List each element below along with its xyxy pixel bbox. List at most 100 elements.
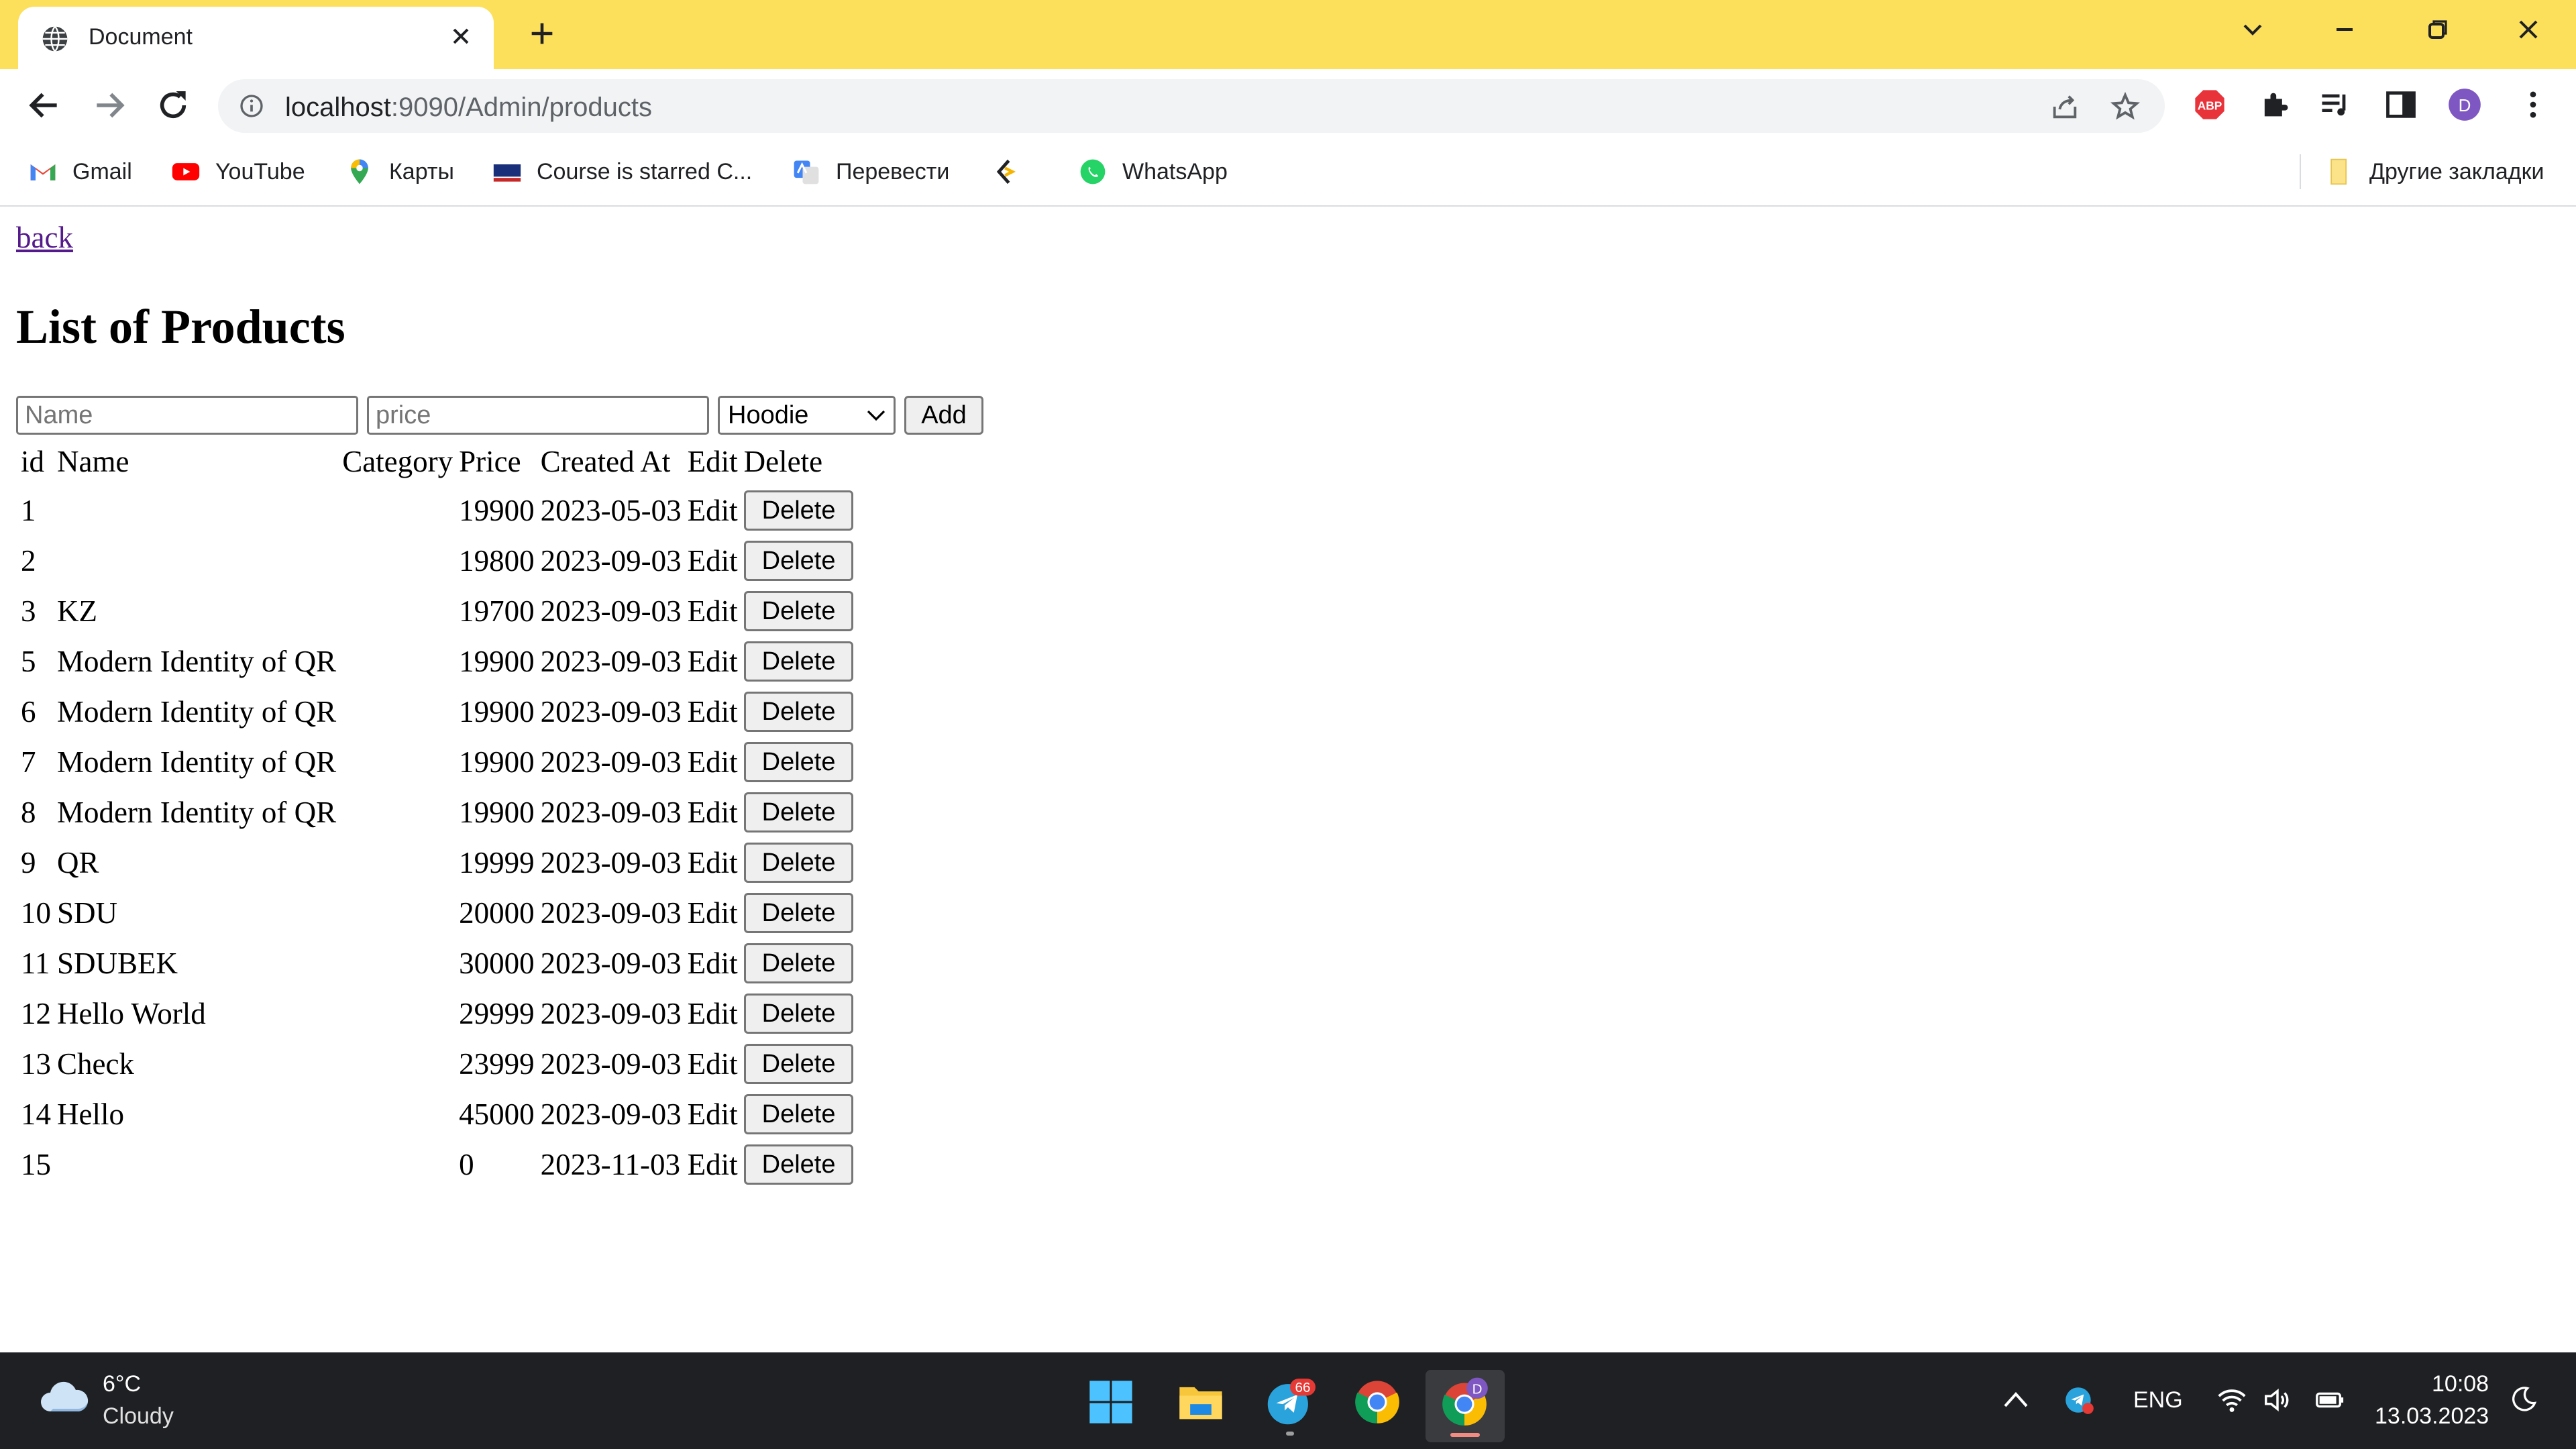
page-content: back List of Products Name price Hoodie … xyxy=(0,207,2576,1350)
adblock-plus-icon[interactable]: ABP xyxy=(2192,87,2227,122)
delete-button[interactable]: Delete xyxy=(743,641,854,682)
tab-search-icon[interactable] xyxy=(2233,13,2273,46)
products-table-body: 1 19900 2023-05-03 Edit Delete 2 19800 2023-09-… xyxy=(19,485,855,1189)
back-arrow-icon[interactable] xyxy=(25,87,63,124)
edit-link[interactable]: Edit xyxy=(686,737,739,787)
category-select[interactable]: Hoodie xyxy=(718,396,896,435)
show-hidden-icons-chevron-icon[interactable] xyxy=(2002,1389,2029,1410)
share-icon[interactable] xyxy=(2049,91,2080,122)
telegram-icon[interactable]: 66 xyxy=(1265,1377,1316,1428)
more-menu-icon[interactable] xyxy=(2516,87,2551,122)
forward-arrow-icon[interactable] xyxy=(91,87,128,124)
delete-cell: Delete xyxy=(743,1089,855,1139)
delete-button[interactable]: Delete xyxy=(743,741,854,782)
bookmark-course[interactable]: Course is starred C... xyxy=(492,154,752,189)
delete-button[interactable]: Delete xyxy=(743,943,854,983)
weather-condition[interactable]: Cloudy xyxy=(103,1403,174,1430)
delete-button[interactable]: Delete xyxy=(743,540,854,581)
wifi-icon[interactable] xyxy=(2216,1385,2247,1415)
url-text[interactable]: localhost:9090/Admin/products xyxy=(285,93,652,123)
cell-id: 2 xyxy=(21,543,36,578)
clock-date[interactable]: 13.03.2023 xyxy=(2375,1403,2489,1430)
bookmark-chart-site[interactable] xyxy=(991,154,1036,189)
delete-button[interactable]: Delete xyxy=(743,842,854,883)
cell-category xyxy=(341,636,454,686)
minimize-icon[interactable] xyxy=(2324,13,2365,46)
cell-name: Modern Identity of QR xyxy=(57,745,337,779)
browser-tab[interactable]: Document xyxy=(18,7,494,69)
close-tab-icon[interactable] xyxy=(447,23,474,50)
file-explorer-icon[interactable] xyxy=(1175,1377,1226,1428)
cell-created-at: 2023-09-03 xyxy=(540,845,682,879)
edit-link[interactable]: Edit xyxy=(686,888,739,938)
price-input[interactable]: price xyxy=(367,396,709,435)
products-table: id Name Category Price Created At Edit D… xyxy=(16,438,858,1189)
name-input[interactable]: Name xyxy=(16,396,358,435)
cell-name: SDU xyxy=(57,896,118,930)
restore-icon[interactable] xyxy=(2416,13,2457,46)
chrome-profile-icon[interactable]: D xyxy=(1439,1377,1490,1428)
site-info-icon[interactable] xyxy=(238,93,265,119)
delete-button[interactable]: Delete xyxy=(743,1093,854,1134)
reading-list-icon[interactable] xyxy=(2318,87,2353,122)
close-window-icon[interactable] xyxy=(2508,13,2548,46)
edit-link[interactable]: Edit xyxy=(686,636,739,686)
windows-start-icon[interactable] xyxy=(1085,1377,1136,1428)
edit-link[interactable]: Edit xyxy=(686,586,739,636)
bookmark-star-icon[interactable] xyxy=(2110,91,2141,122)
cell-id: 13 xyxy=(21,1046,51,1081)
moon-icon[interactable] xyxy=(2509,1385,2538,1414)
chrome-icon[interactable] xyxy=(1352,1377,1403,1428)
clock-time[interactable]: 10:08 xyxy=(2432,1371,2489,1397)
edit-link[interactable]: Edit xyxy=(686,837,739,888)
bookmark-youtube[interactable]: YouTube xyxy=(171,154,305,189)
new-tab-icon[interactable] xyxy=(527,18,557,49)
bookmark-gmail[interactable]: Gmail xyxy=(28,154,132,189)
edit-link[interactable]: Edit xyxy=(686,485,739,535)
cell-category xyxy=(341,737,454,787)
edit-link[interactable]: Edit xyxy=(686,1139,739,1189)
bookmark-maps[interactable]: Карты xyxy=(345,154,454,189)
delete-button[interactable]: Delete xyxy=(743,691,854,732)
cloud-icon[interactable] xyxy=(37,1377,91,1417)
header-category: Category xyxy=(342,445,453,478)
reload-icon[interactable] xyxy=(154,87,192,124)
other-bookmarks-folder[interactable]: Другие закладки xyxy=(2325,154,2544,189)
edit-link[interactable]: Edit xyxy=(686,1089,739,1139)
delete-button[interactable]: Delete xyxy=(743,892,854,933)
bookmarks-divider xyxy=(2300,154,2301,189)
battery-icon[interactable] xyxy=(2314,1385,2345,1415)
delete-button[interactable]: Delete xyxy=(743,1144,854,1185)
cell-category xyxy=(341,686,454,737)
weather-temperature[interactable]: 6°C xyxy=(103,1371,141,1397)
address-bar[interactable]: localhost:9090/Admin/products xyxy=(218,79,2165,133)
cell-name: Modern Identity of QR xyxy=(57,644,337,678)
back-link[interactable]: back xyxy=(16,220,73,255)
edit-link[interactable]: Edit xyxy=(686,1038,739,1089)
volume-icon[interactable] xyxy=(2262,1385,2293,1415)
bookmark-whatsapp[interactable]: WhatsApp xyxy=(1078,154,1228,189)
cell-price: 19700 xyxy=(459,594,535,628)
delete-button[interactable]: Delete xyxy=(743,993,854,1034)
cell-category xyxy=(341,1139,454,1189)
gmail-icon xyxy=(30,164,56,180)
telegram-tray-icon[interactable] xyxy=(2063,1383,2096,1417)
delete-button[interactable]: Delete xyxy=(743,490,854,531)
edit-link[interactable]: Edit xyxy=(686,686,739,737)
delete-button[interactable]: Delete xyxy=(743,590,854,631)
whatsapp-icon xyxy=(1080,159,1106,184)
side-panel-icon[interactable] xyxy=(2383,87,2418,122)
profile-avatar[interactable]: D xyxy=(2447,87,2482,122)
edit-link[interactable]: Edit xyxy=(686,787,739,837)
delete-button[interactable]: Delete xyxy=(743,1043,854,1084)
bookmark-label: Перевести xyxy=(836,158,950,184)
language-indicator[interactable]: ENG xyxy=(2133,1387,2183,1413)
extensions-puzzle-icon[interactable] xyxy=(2257,87,2292,122)
add-button[interactable]: Add xyxy=(904,396,983,435)
edit-link[interactable]: Edit xyxy=(686,938,739,988)
delete-button[interactable]: Delete xyxy=(743,792,854,833)
delete-cell: Delete xyxy=(743,686,855,737)
edit-link[interactable]: Edit xyxy=(686,988,739,1038)
bookmark-translate[interactable]: Перевести xyxy=(792,154,949,189)
edit-link[interactable]: Edit xyxy=(686,535,739,586)
